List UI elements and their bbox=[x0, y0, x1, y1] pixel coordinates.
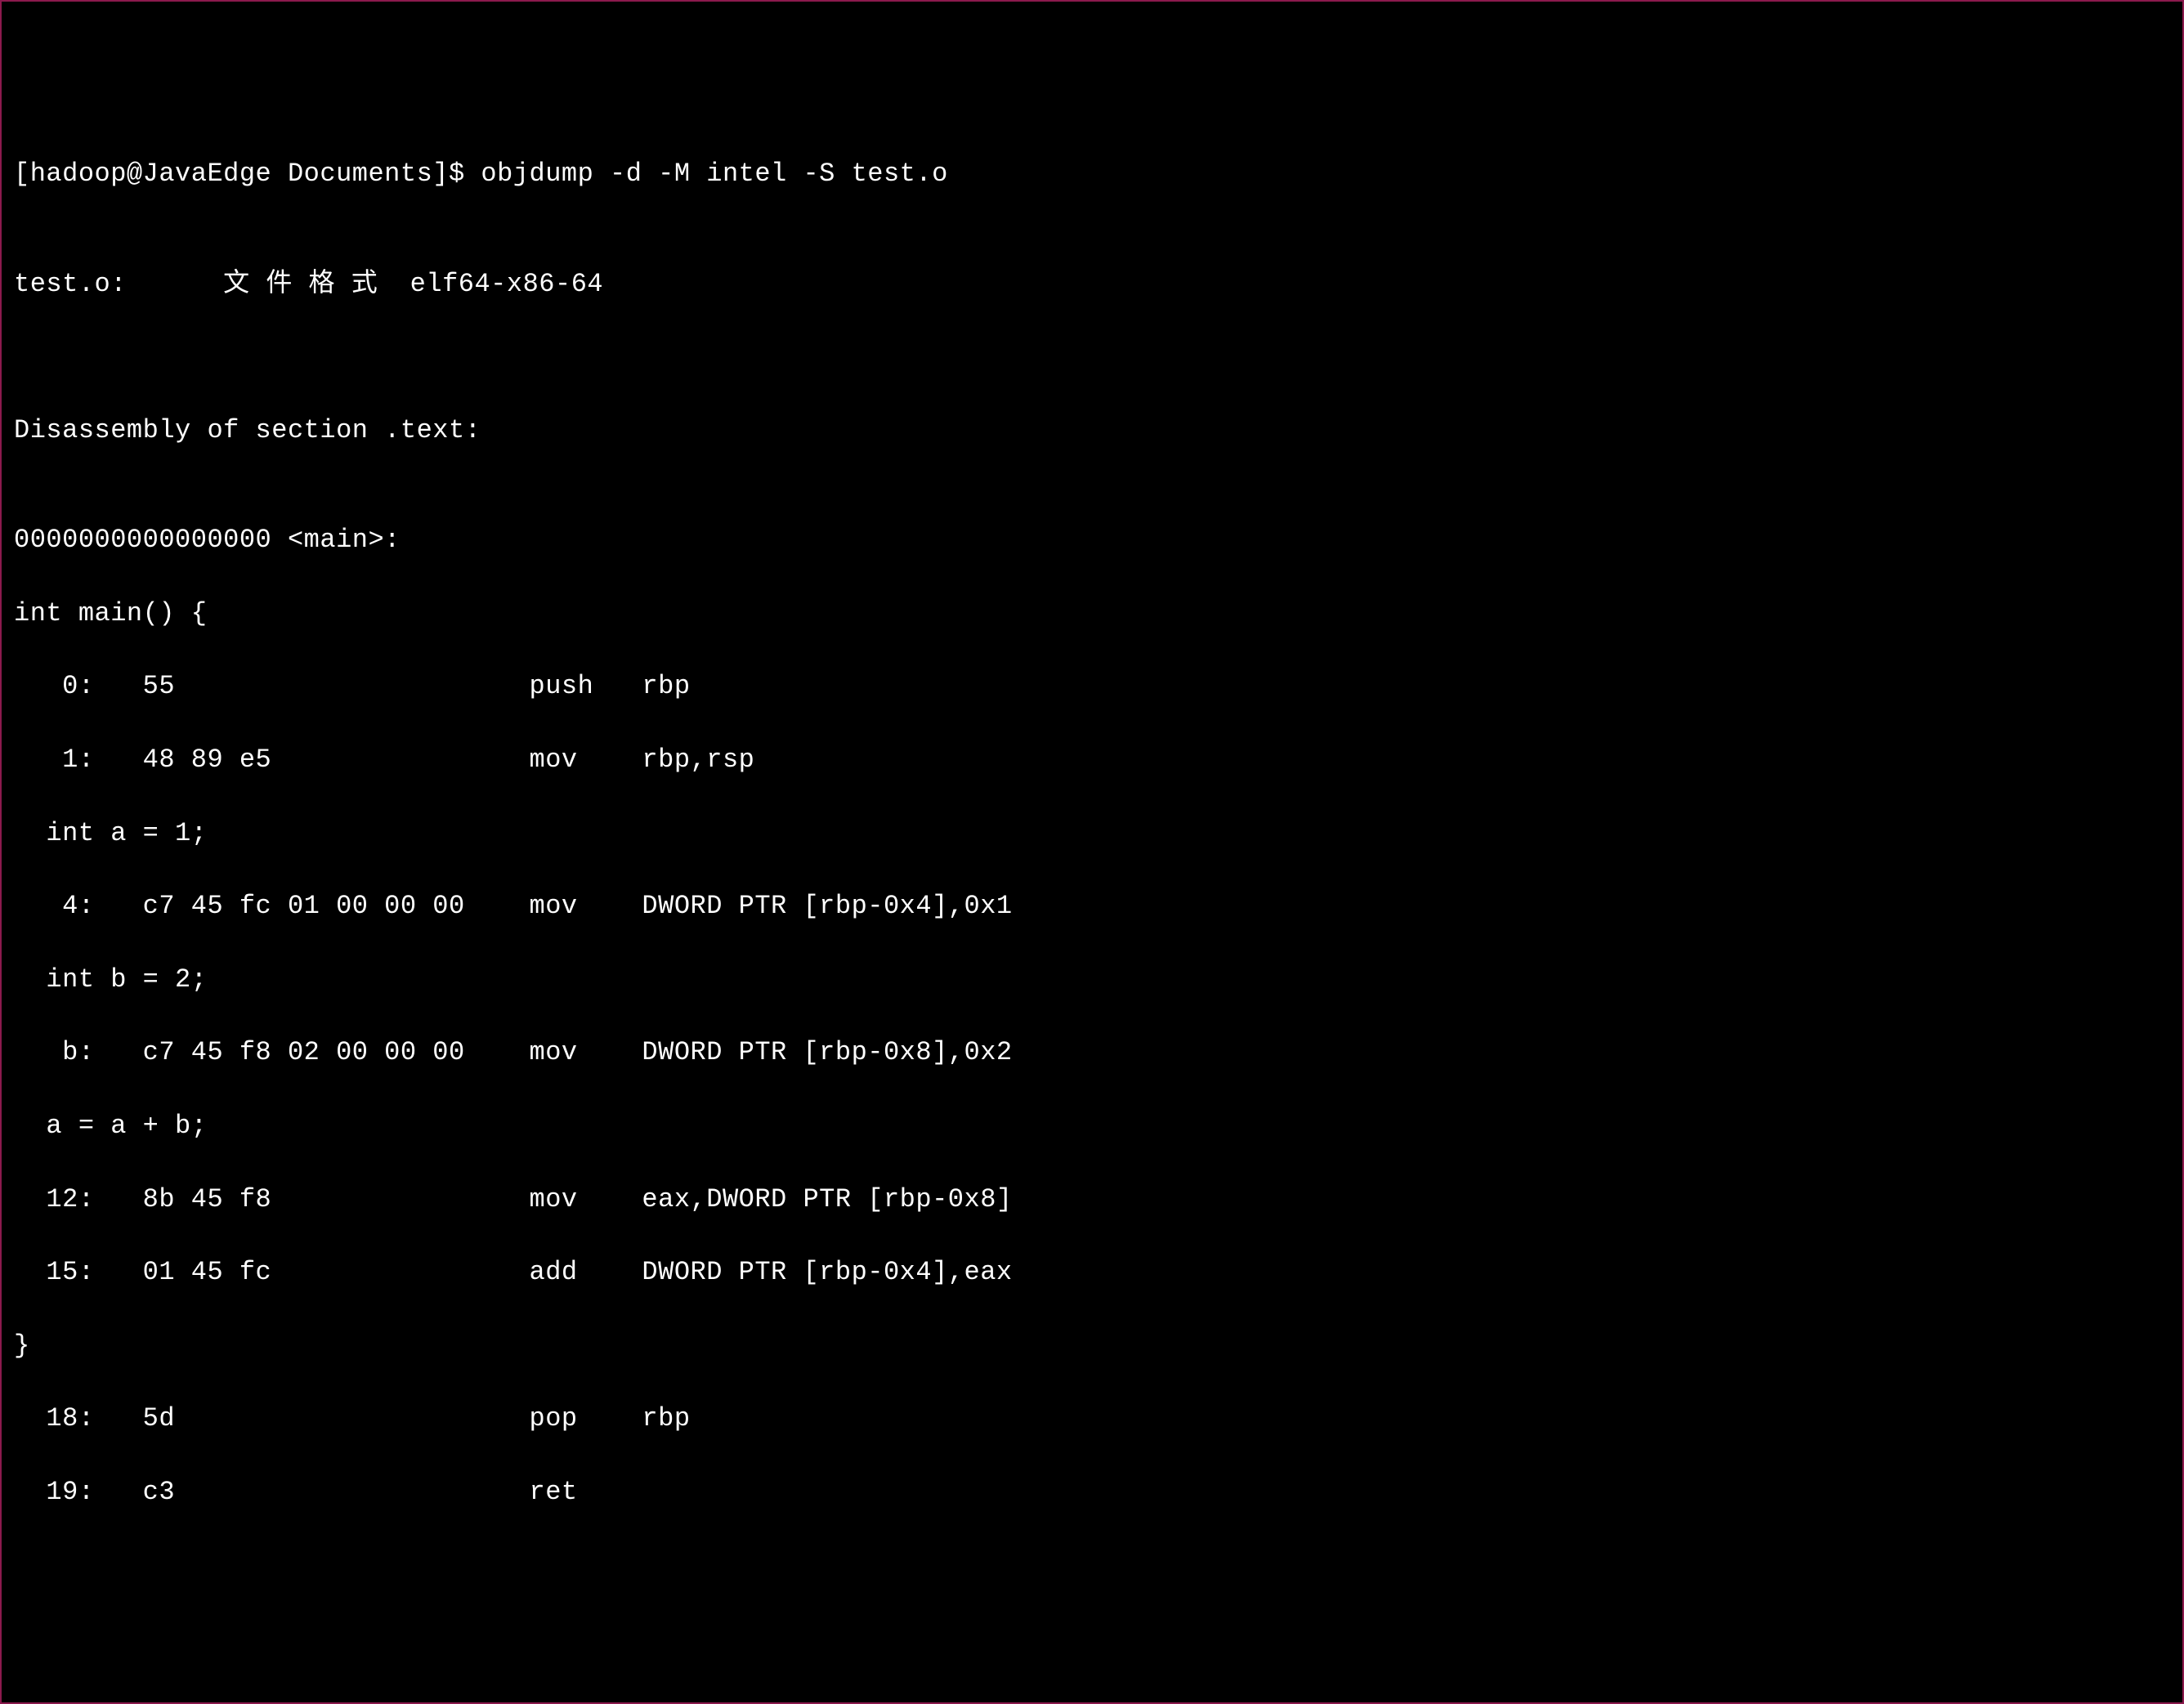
section-header-line: Disassembly of section .text: bbox=[14, 413, 2170, 449]
prompt-line[interactable]: [hadoop@JavaEdge Documents]$ objdump -d … bbox=[14, 156, 2170, 193]
source-line: int main() { bbox=[14, 596, 2170, 633]
source-line: int a = 1; bbox=[14, 816, 2170, 852]
symbol-line: 0000000000000000 <main>: bbox=[14, 522, 2170, 559]
asm-line: 1: 48 89 e5 mov rbp,rsp bbox=[14, 742, 2170, 779]
asm-line: 15: 01 45 fc add DWORD PTR [rbp-0x4],eax bbox=[14, 1255, 2170, 1291]
asm-line: 18: 5d pop rbp bbox=[14, 1401, 2170, 1438]
source-line: a = a + b; bbox=[14, 1108, 2170, 1145]
asm-line: 12: 8b 45 f8 mov eax,DWORD PTR [rbp-0x8] bbox=[14, 1182, 2170, 1219]
file-info-line: test.o: 文 件 格 式 elf64-x86-64 bbox=[14, 266, 2170, 303]
source-line: int b = 2; bbox=[14, 962, 2170, 999]
asm-line: 0: 55 push rbp bbox=[14, 669, 2170, 705]
asm-line: 19: c3 ret bbox=[14, 1474, 2170, 1511]
asm-line: 4: c7 45 fc 01 00 00 00 mov DWORD PTR [r… bbox=[14, 888, 2170, 925]
source-line: } bbox=[14, 1328, 2170, 1365]
asm-line: b: c7 45 f8 02 00 00 00 mov DWORD PTR [r… bbox=[14, 1035, 2170, 1071]
